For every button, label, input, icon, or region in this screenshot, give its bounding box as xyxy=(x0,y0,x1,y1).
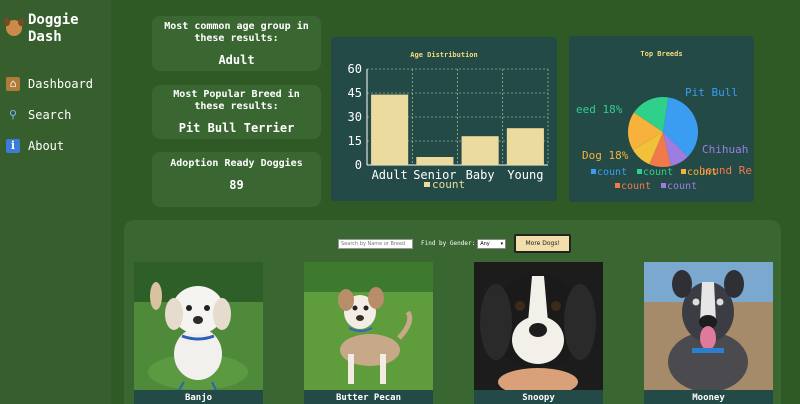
pie-label: Pit Bull xyxy=(685,86,738,99)
dog-name: Snoopy xyxy=(474,390,603,404)
dog-photo xyxy=(134,262,263,390)
search-input[interactable]: Search by Name or Breed xyxy=(338,238,413,249)
legend-swatch xyxy=(615,183,620,188)
stat-value: Adult xyxy=(218,53,255,67)
stat-value: 89 xyxy=(229,178,244,192)
age-distribution-chart: 0 15 30 45 60 Adult Senior Baby Young count Age D… xyxy=(331,37,557,201)
dog-photo xyxy=(644,262,773,390)
dog-card[interactable]: Snoopy xyxy=(474,262,603,404)
filter-bar: Search by Name or Breed Find by Gender: … xyxy=(338,234,572,253)
stat-card-popular-breed: Most Popular Breed in these results: Pit… xyxy=(152,85,321,139)
sidebar-item-label: About xyxy=(28,138,65,153)
sidebar: Doggie Dash ⌂ Dashboard ⚲ Search i About xyxy=(0,0,111,404)
sidebar-item-label: Search xyxy=(28,107,72,122)
gender-select-value: Any xyxy=(480,240,490,247)
bar xyxy=(461,136,499,165)
legend-label: count xyxy=(597,167,627,178)
legend-label: count xyxy=(621,181,651,192)
x-tick-label: Young xyxy=(507,168,543,182)
stat-label: Most common age group in these results: xyxy=(164,21,309,44)
dog-name: Butter Pecan xyxy=(304,390,433,404)
pie-label: Dog 18% xyxy=(582,149,629,162)
legend-swatch xyxy=(661,183,666,188)
search-icon: ⚲ xyxy=(8,108,18,121)
x-tick-label: Adult xyxy=(372,168,408,182)
pie-chart-svg: Pit BullChihuahhound ReDog 18%eed 18%cou… xyxy=(576,86,752,192)
stat-label: Most Popular Breed in these results: xyxy=(173,89,300,112)
pie-label: Chihuah xyxy=(702,143,748,156)
gender-select[interactable]: Any ▾ xyxy=(477,238,507,249)
gender-filter-label: Find by Gender: xyxy=(421,240,476,247)
stat-label: Adoption Ready Doggies xyxy=(170,158,303,169)
chart-title: Age Distribution xyxy=(410,51,478,59)
dog-card[interactable]: Banjo xyxy=(134,262,263,404)
dog-photo xyxy=(304,262,433,390)
bar xyxy=(506,128,544,165)
stat-card-adoption-ready: Adoption Ready Doggies 89 xyxy=(152,152,321,207)
sidebar-item-about[interactable]: i About xyxy=(6,130,93,161)
app-title: Doggie Dash xyxy=(28,12,79,45)
top-breeds-chart: Pit Bull Chihuah hound Re Dog 18% eed 18% cou… xyxy=(569,36,754,202)
brand[interactable]: Doggie Dash xyxy=(4,12,98,46)
dog-photo xyxy=(474,262,603,390)
sidebar-item-dashboard[interactable]: ⌂ Dashboard xyxy=(6,68,93,99)
bar xyxy=(371,94,409,165)
dog-name: Banjo xyxy=(134,390,263,404)
sidebar-item-label: Dashboard xyxy=(28,76,94,91)
info-icon: i xyxy=(6,138,20,153)
y-tick-label: 30 xyxy=(348,110,362,124)
dog-logo-icon xyxy=(4,18,24,36)
y-tick-label: 45 xyxy=(348,86,362,100)
legend-label: count xyxy=(667,181,697,192)
bar-chart-svg: 015304560Adult Senior Baby Youngcount xyxy=(348,62,549,191)
legend-swatch xyxy=(681,169,686,174)
dog-card[interactable]: Butter Pecan xyxy=(304,262,433,404)
legend-swatch xyxy=(637,169,642,174)
y-tick-label: 60 xyxy=(348,62,362,76)
pie-label: eed 18% xyxy=(576,103,623,116)
y-tick-label: 0 xyxy=(355,158,362,172)
chevron-down-icon: ▾ xyxy=(500,240,504,247)
sidebar-item-search[interactable]: ⚲ Search xyxy=(6,99,93,130)
legend-swatch xyxy=(591,169,596,174)
sidebar-nav: ⌂ Dashboard ⚲ Search i About xyxy=(6,68,93,161)
y-tick-label: 15 xyxy=(348,134,362,148)
stat-value: Pit Bull Terrier xyxy=(178,121,295,135)
dog-name: Mooney xyxy=(644,390,773,404)
legend-label: count xyxy=(687,167,717,178)
legend-label: count xyxy=(432,178,465,191)
more-dogs-button[interactable]: More Dogs! xyxy=(514,234,572,253)
home-icon: ⌂ xyxy=(6,76,20,91)
chart-title: Top Breeds xyxy=(640,50,683,58)
dog-card[interactable]: Mooney xyxy=(644,262,773,404)
x-tick-label: Baby xyxy=(466,168,495,182)
legend-swatch xyxy=(424,182,430,187)
stat-card-age-group: Most common age group in these results: … xyxy=(152,16,321,71)
legend-label: count xyxy=(643,167,673,178)
bar xyxy=(416,157,454,165)
